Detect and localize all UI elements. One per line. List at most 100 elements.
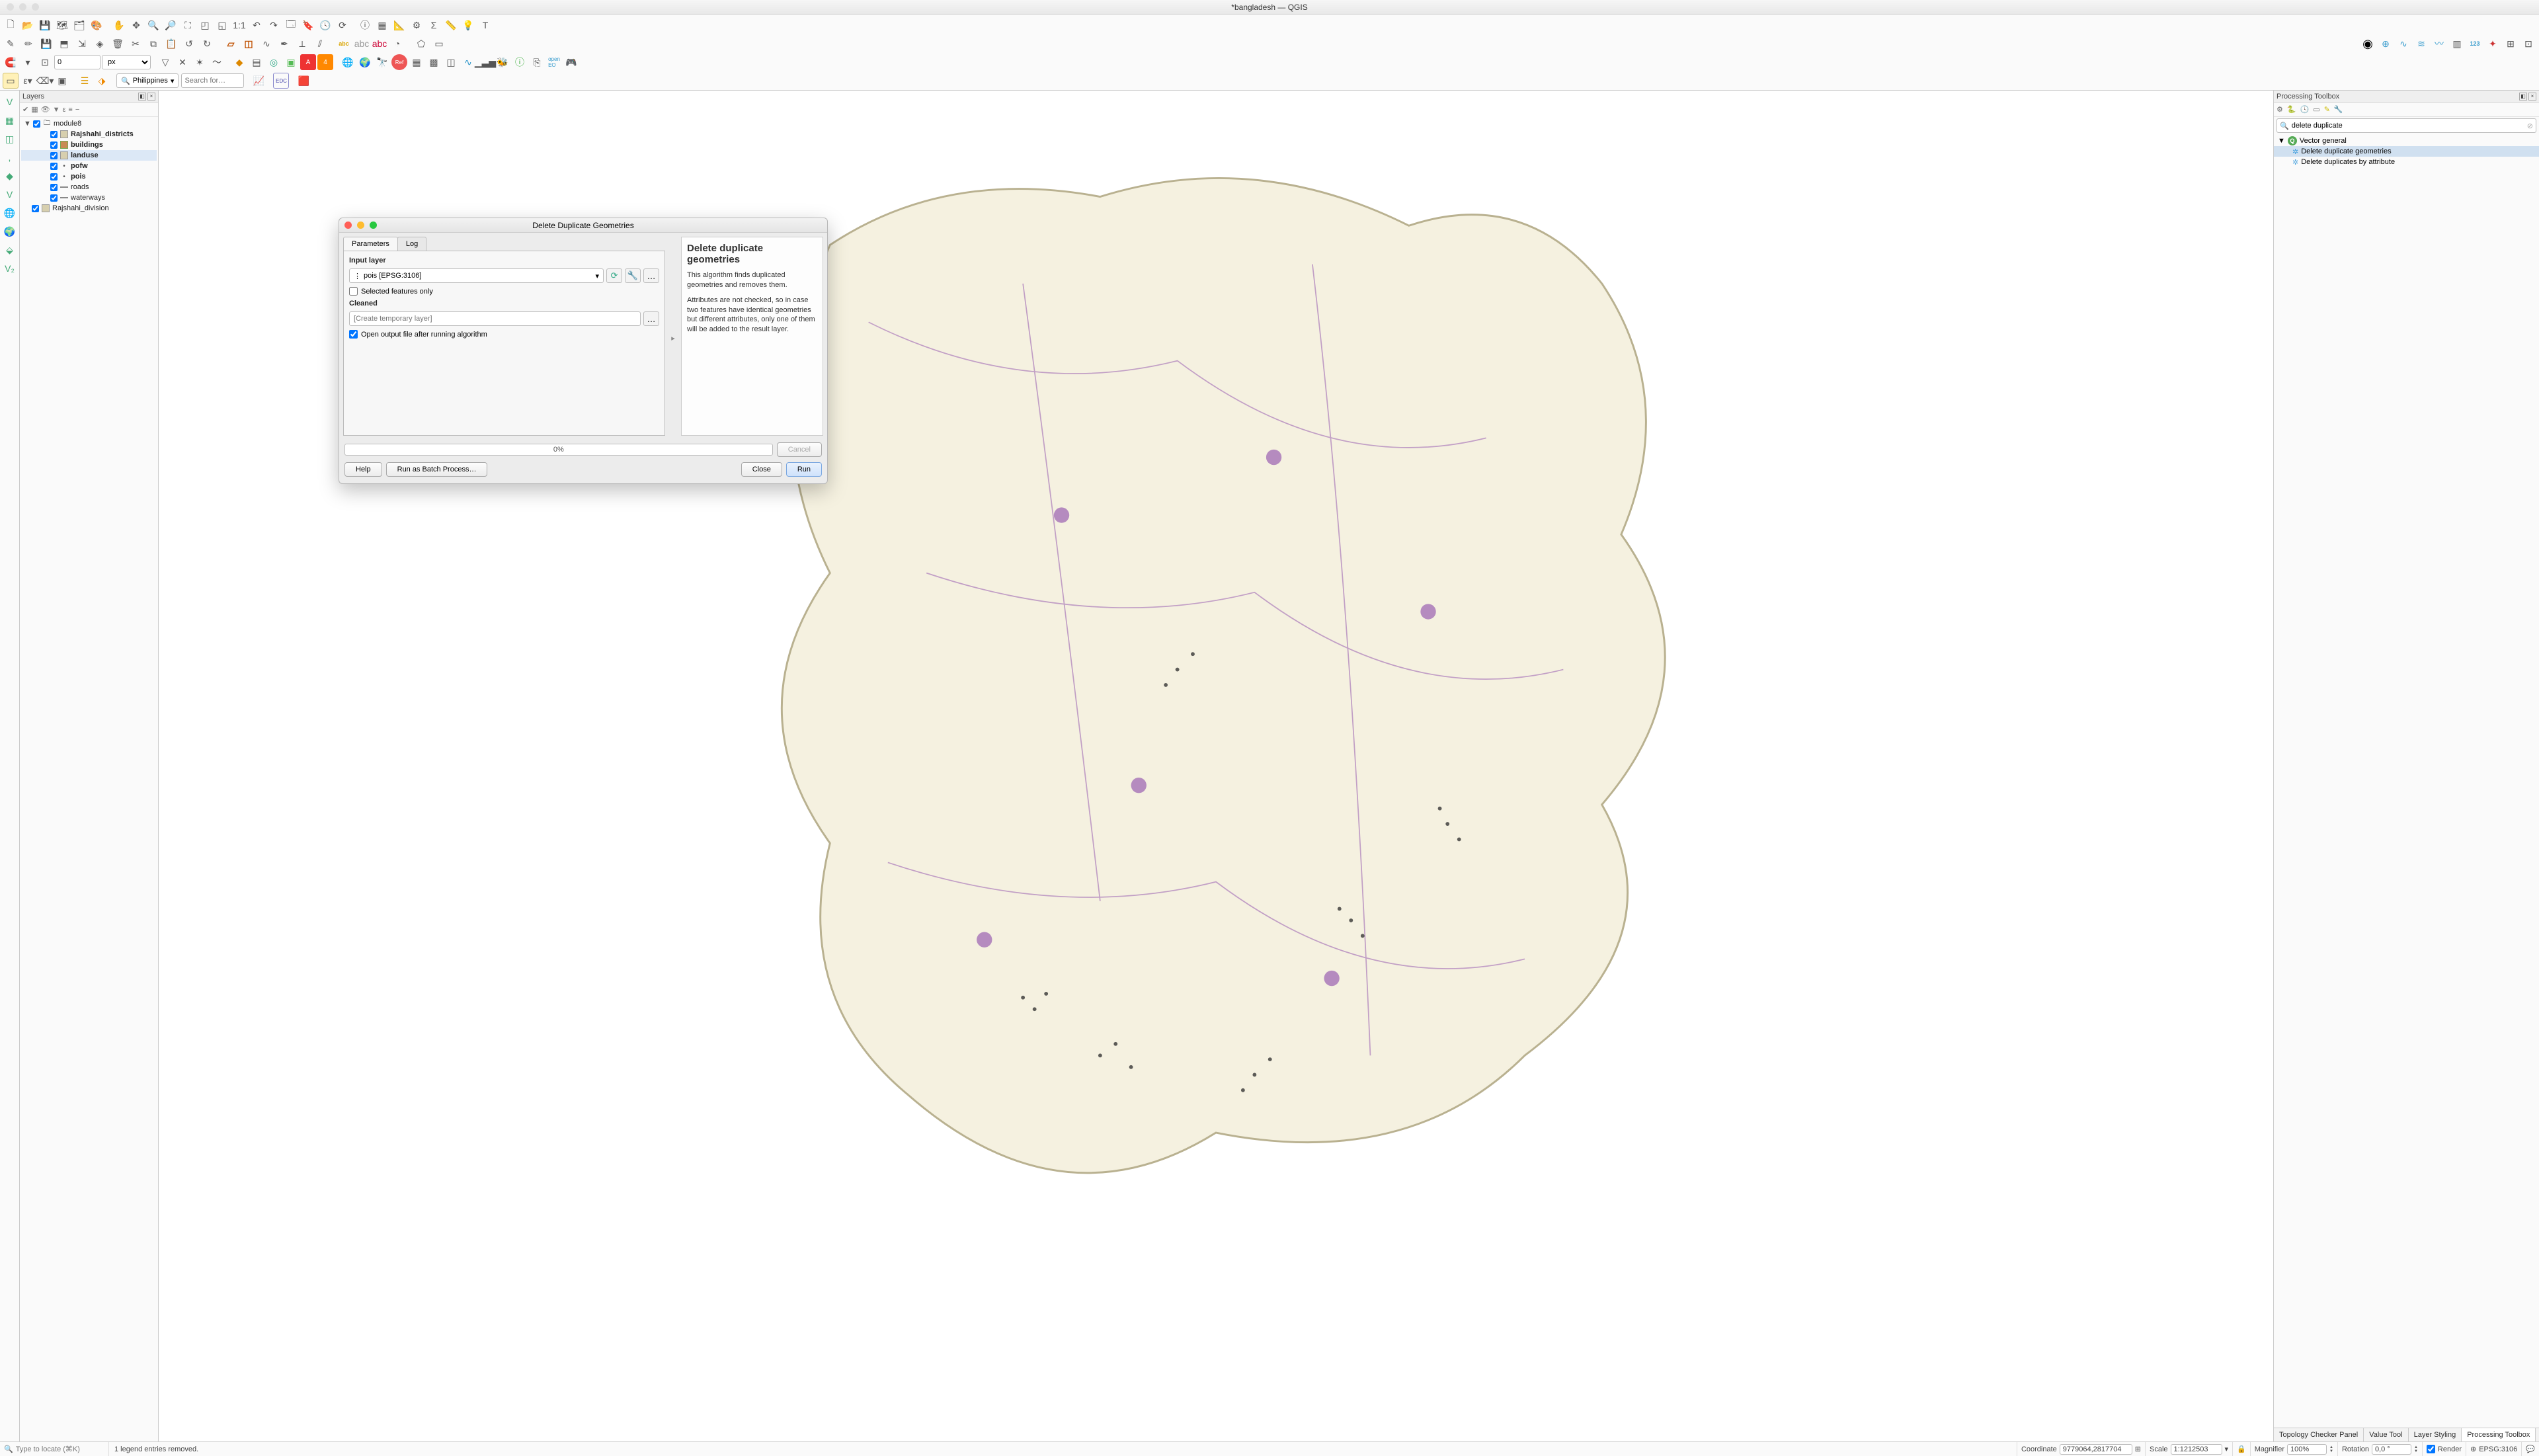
tab-layer-styling[interactable]: Layer Styling [2409,1428,2462,1441]
new-project-icon[interactable]: 🗋 [3,17,19,33]
zoom-full-icon[interactable]: ⛶ [180,17,196,33]
temporal-icon[interactable]: 🕓 [317,17,333,33]
snap-intersection-icon[interactable]: ✕ [175,54,190,70]
expand-all-icon[interactable]: ε [62,106,65,114]
nominatim-search-input[interactable] [181,73,244,88]
export-icon[interactable]: ⎘ [529,54,545,70]
zoom-native-icon[interactable]: 1:1 [231,17,247,33]
info-green-icon[interactable]: ⓘ [512,54,528,70]
snap-unit-select[interactable]: px [102,55,151,69]
iterate-button[interactable]: ⟳ [606,268,622,283]
polygon-create-icon[interactable]: ⬠ [413,36,429,52]
add-xyz-icon[interactable]: 🌍 [3,224,17,239]
move-feature-icon[interactable]: ⇲ [74,36,90,52]
close-window-icon[interactable] [7,3,14,11]
analysis-icon[interactable]: ∿ [460,54,476,70]
cad-tools-icon[interactable]: ▥ [2449,36,2465,52]
plugin-a-icon[interactable]: ◆ [231,54,247,70]
model-icon[interactable]: ⚙ [2277,105,2283,114]
plugin-c-icon[interactable]: ◎ [266,54,282,70]
pan-to-selection-icon[interactable]: ✥ [128,17,144,33]
processing-tree[interactable]: ▼ Q Vector general ✲ Delete duplicate ge… [2274,134,2539,1428]
open-output-row[interactable]: Open output file after running algorithm [349,330,659,339]
toggle-editing-icon[interactable]: ✏ [20,36,36,52]
advanced-digitize-icon[interactable]: ✦ [2485,36,2501,52]
annotation-icon[interactable]: T [477,17,493,33]
layer-visibility-checkbox[interactable] [50,173,58,181]
add-mesh-icon[interactable]: ◫ [3,132,17,146]
rectangle-create-icon[interactable]: ▭ [431,36,447,52]
raster-icon[interactable]: ▩ [426,54,442,70]
new-map-view-icon[interactable]: 🗔 [283,17,299,33]
script-icon[interactable]: 🐍 [2287,105,2296,114]
chevron-down-icon[interactable]: ▾ [2225,1445,2229,1453]
layer-visibility-checkbox[interactable] [50,163,58,170]
layer-item[interactable]: pois [21,171,157,182]
mesh-icon[interactable]: ◫ [443,54,459,70]
group-visibility-checkbox[interactable] [33,120,40,128]
algo-item[interactable]: ✲ Delete duplicates by attribute [2274,157,2539,167]
style-icon[interactable]: ✔ [22,105,28,114]
collapse-right-icon[interactable]: ▸ [671,334,675,343]
add-delimited-icon[interactable]: , [3,150,17,165]
close-button[interactable]: Close [741,462,782,477]
diagram-icon[interactable]: ◔ [389,36,405,52]
zoom-out-icon[interactable]: 🔎 [163,17,179,33]
snap-vertex-icon[interactable]: ⊡ [37,54,53,70]
globe-icon[interactable]: 🌐 [340,54,356,70]
advanced-options-button[interactable]: 🔧 [625,268,641,283]
browse-button[interactable]: … [643,268,659,283]
copy-icon[interactable]: ⧉ [145,36,161,52]
layer-visibility-checkbox[interactable] [50,152,58,159]
snap-enable-icon[interactable]: 🧲 [3,54,19,70]
add-raster-icon[interactable]: ▦ [3,113,17,128]
identify-icon[interactable]: ⓘ [357,17,373,33]
layer-item[interactable]: Rajshahi_division [21,203,157,214]
plugin-b-icon[interactable]: ▤ [249,54,264,70]
layer-visibility-checkbox[interactable] [50,142,58,149]
coordinate-value[interactable]: 9779064,2817704 [2060,1444,2132,1455]
new-bookmark-icon[interactable]: 🔖 [300,17,316,33]
rotation-value[interactable]: 0,0 ° [2372,1444,2411,1455]
attribute-table-icon[interactable]: ▦ [374,17,390,33]
add-virtual-icon[interactable]: V [3,187,17,202]
plugin-d-icon[interactable]: ▣ [283,54,299,70]
grid-icon[interactable]: ▦ [409,54,424,70]
locator-input[interactable] [16,1445,110,1453]
close-panel-icon[interactable]: × [147,93,155,101]
filter-legend-icon[interactable]: ▼ [53,106,60,114]
open-eo-icon[interactable]: openEO [546,54,562,70]
zoom-selection-icon[interactable]: ◰ [197,17,213,33]
earth-icon[interactable]: 🌍 [357,54,373,70]
filter-icon[interactable]: ⬗ [94,73,110,89]
node-tool-icon[interactable]: ◈ [92,36,108,52]
layer-item[interactable]: pofw [21,161,157,171]
zoom-layer-icon[interactable]: ◱ [214,17,230,33]
curve-3-icon[interactable]: 〰 [2431,36,2447,52]
measure-icon[interactable]: 📏 [443,17,459,33]
messages-chunk[interactable]: 💬 [2521,1442,2539,1456]
processing-icon[interactable]: ⚙ [409,17,424,33]
vertex-tool-icon[interactable]: ∿ [259,36,274,52]
collapse-icon[interactable]: ▼ [2278,137,2285,145]
save-edits-icon[interactable]: 💾 [38,36,54,52]
layer-visibility-checkbox[interactable] [32,205,39,212]
add-spatialite-icon[interactable]: ◆ [3,169,17,183]
extents-icon[interactable]: ⊞ [2135,1445,2141,1453]
lock-icon[interactable]: 🔒 [2237,1445,2246,1453]
select-all-icon[interactable]: ▣ [54,73,70,89]
zoom-in-icon[interactable]: 🔍 [145,17,161,33]
color-grid-icon[interactable]: 🟥 [296,73,311,89]
histogram-icon[interactable]: ▁▃▅ [477,54,493,70]
zoom-next-icon[interactable]: ↷ [266,17,282,33]
results-icon[interactable]: ▭ [2313,105,2319,114]
batch-button[interactable]: Run as Batch Process… [386,462,488,477]
game-icon[interactable]: 🎮 [563,54,579,70]
render-checkbox[interactable] [2427,1445,2435,1453]
magnifier-value[interactable]: 100% [2287,1444,2327,1455]
deselect-icon[interactable]: ⌫▾ [37,73,53,89]
layer-item[interactable]: roads [21,182,157,192]
layer-item[interactable]: waterways [21,192,157,203]
snap-options-icon[interactable]: ⊡ [2520,36,2536,52]
select-by-expression-icon[interactable]: ε▾ [20,73,36,89]
